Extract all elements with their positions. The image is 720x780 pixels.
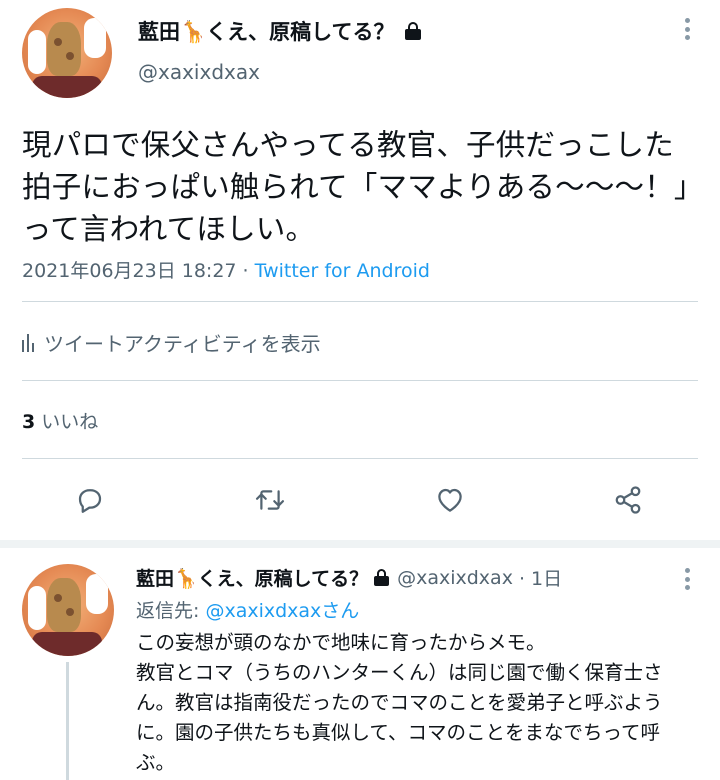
retweet-button[interactable] — [248, 478, 292, 522]
action-bar — [0, 478, 720, 522]
reply-icon — [78, 489, 102, 513]
share-button[interactable] — [606, 478, 650, 522]
display-name[interactable]: 藍田🦒くえ、原稿してる？ — [136, 564, 368, 591]
retweet-icon — [255, 490, 285, 510]
thread-line — [66, 662, 69, 780]
like-icon — [438, 488, 462, 512]
analytics-icon — [22, 333, 34, 352]
main-tweet: 藍田🦒くえ、原稿してる？ @xaxixdxax 現パロで保父さんやってる教官、子… — [0, 0, 720, 540]
like-button[interactable] — [428, 478, 472, 522]
avatar[interactable] — [22, 564, 114, 656]
tweet-meta: 2021年06月23日 18:27 · Twitter for Android — [22, 256, 430, 283]
likes-label: いいね — [41, 411, 99, 433]
section-divider — [0, 540, 720, 548]
tweet-activity-link[interactable]: ツイートアクティビティを表示 — [22, 328, 321, 357]
author-name-row[interactable]: 藍田🦒くえ、原稿してる？ — [138, 16, 421, 46]
activity-label: ツイートアクティビティを表示 — [44, 332, 321, 356]
tweet-time[interactable]: · 1日 — [519, 564, 562, 591]
replying-prefix: 返信先: — [136, 600, 206, 622]
divider — [22, 301, 698, 302]
source-link[interactable]: Twitter for Android — [255, 260, 430, 282]
avatar[interactable] — [22, 8, 112, 98]
reply-body: この妄想が頭のなかで地味に育ったからメモ。 教官とコマ（うちのハンターくん）は同… — [136, 631, 663, 774]
user-handle[interactable]: @xaxixdxax — [397, 567, 513, 589]
lock-icon — [404, 22, 421, 40]
display-name[interactable]: 藍田🦒くえ、原稿してる？ — [138, 16, 395, 46]
lock-icon — [374, 569, 390, 586]
replying-to-link[interactable]: @xaxixdxaxさん — [205, 600, 359, 622]
tweet-text: 現パロで保父さんやってる教官、子供だっこした拍子におっぱい触られて「ママよりある… — [22, 128, 689, 246]
timestamp: 2021年06月23日 18:27 · — [22, 260, 255, 282]
reply-button[interactable] — [68, 478, 112, 522]
reply-tweet[interactable]: 藍田🦒くえ、原稿してる？ @xaxixdxax · 1日 返信先: @xaxix… — [0, 548, 720, 780]
share-icon — [615, 486, 641, 514]
replying-to: 返信先: @xaxixdxaxさん — [136, 596, 359, 623]
user-handle[interactable]: @xaxixdxax — [138, 60, 260, 84]
more-options-icon[interactable] — [684, 568, 690, 590]
divider — [22, 380, 698, 381]
reply-header: 藍田🦒くえ、原稿してる？ @xaxixdxax · 1日 — [136, 564, 562, 591]
reply-text: この妄想が頭のなかで地味に育ったからメモ。 教官とコマ（うちのハンターくん）は同… — [136, 628, 676, 778]
divider — [22, 458, 698, 459]
likes-count[interactable]: 3 いいね — [22, 407, 98, 434]
likes-number: 3 — [22, 411, 36, 433]
more-options-icon[interactable] — [684, 18, 690, 40]
